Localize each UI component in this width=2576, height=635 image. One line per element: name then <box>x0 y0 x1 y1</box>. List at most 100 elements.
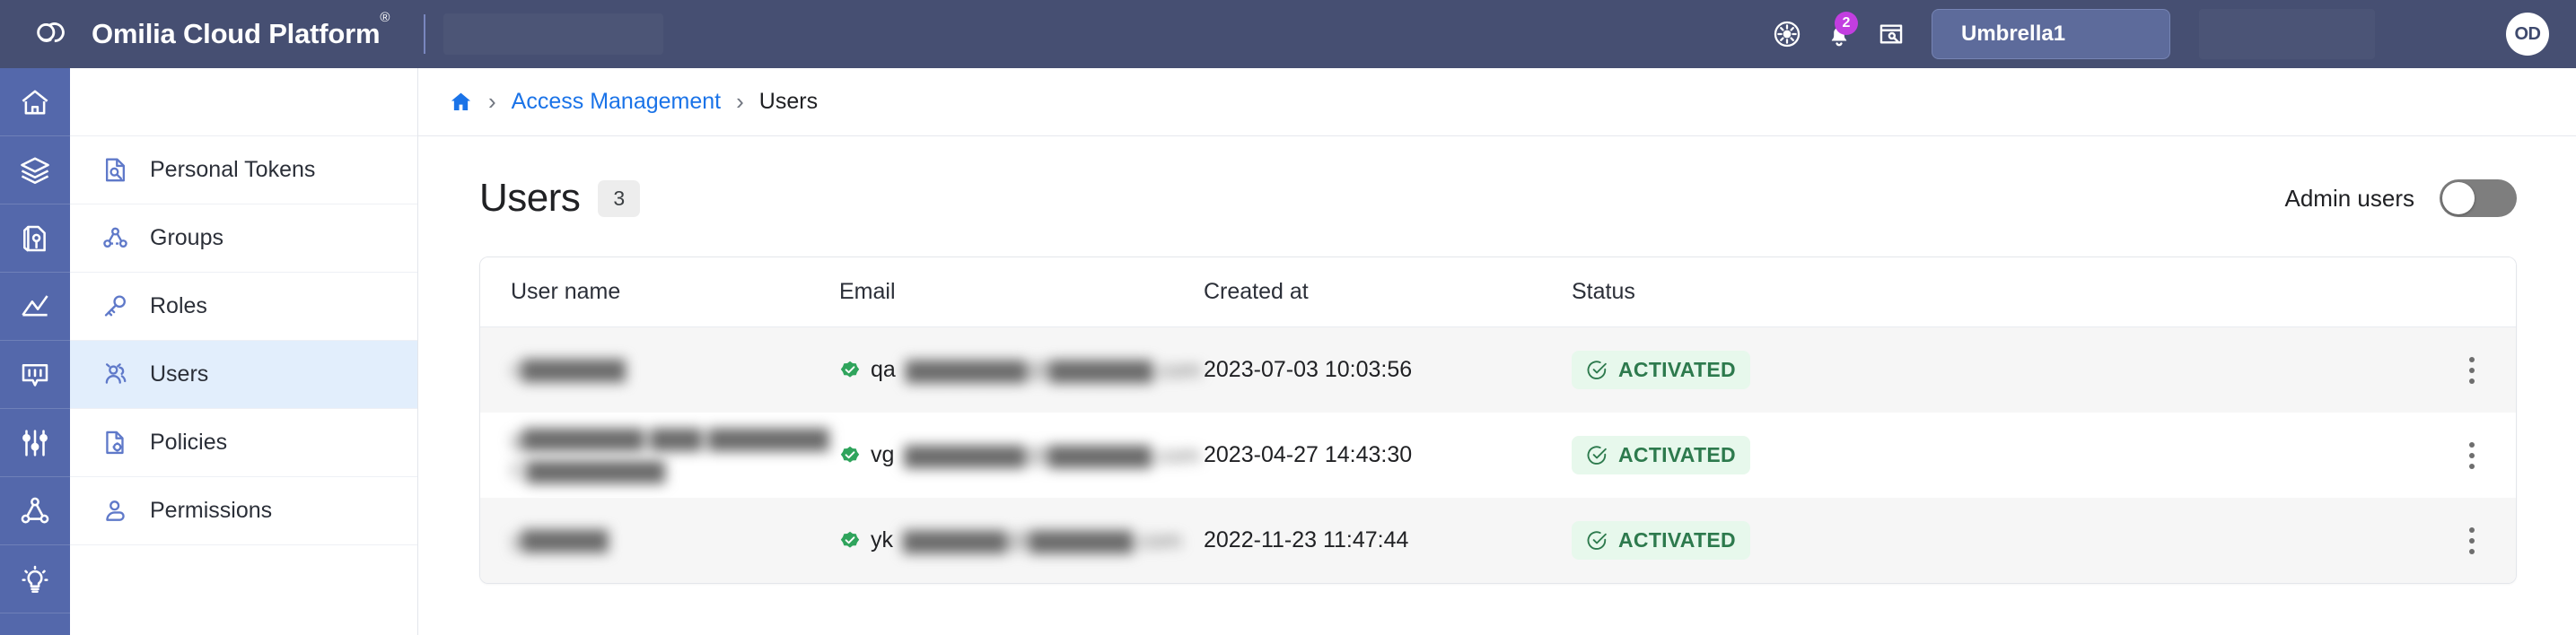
rail-settings[interactable] <box>0 409 70 477</box>
table-row[interactable]: c▇▇▇▇▇▇ qa ▇▇▇▇▇▇▇@▇▇▇▇▇▇.com 2023-07-03… <box>480 327 2516 413</box>
rail-dialog[interactable] <box>0 341 70 409</box>
sidebar-item-label: Personal Tokens <box>150 157 316 182</box>
cell-status: ACTIVATED <box>1572 436 2020 474</box>
status-badge: ACTIVATED <box>1572 521 1750 560</box>
sidebar-item-label: Policies <box>150 430 228 455</box>
page-header: Users 3 Admin users <box>418 136 2576 221</box>
left-icon-rail <box>0 68 70 635</box>
groups-nodes-icon <box>101 223 130 253</box>
users-icon <box>101 360 130 389</box>
sidebar-item-personal-tokens[interactable]: Personal Tokens <box>70 136 417 204</box>
users-count-badge: 3 <box>598 179 641 217</box>
sidebar-item-policies[interactable]: Policies <box>70 409 417 477</box>
cell-created-at: 2022-11-23 11:47:44 <box>1204 527 1409 552</box>
rail-analytics[interactable] <box>0 273 70 341</box>
sidebar-item-users[interactable]: Users <box>70 341 417 409</box>
rail-tag[interactable] <box>0 204 70 273</box>
brand-block: Omilia Cloud Platform® <box>0 10 390 55</box>
table-row[interactable]: y▇▇▇▇▇ yk ▇▇▇▇▇▇@▇▇▇▇▇▇.com 2022-11-23 1… <box>480 498 2516 583</box>
sidebar-item-label: Roles <box>150 293 207 318</box>
cell-created-at: 2023-04-27 14:43:30 <box>1204 442 1413 467</box>
theme-sun-icon[interactable] <box>1761 8 1813 60</box>
layers-icon <box>18 153 52 187</box>
cell-actions <box>2020 435 2516 476</box>
notifications-bell-icon[interactable]: 2 <box>1813 8 1865 60</box>
cell-user-name: y▇▇▇▇▇ <box>480 526 839 556</box>
cell-status: ACTIVATED <box>1572 521 2020 560</box>
speech-bubble-icon <box>18 358 52 392</box>
sidebar-item-roles[interactable]: Roles <box>70 273 417 341</box>
cell-user-name: c▇▇▇▇▇▇ <box>480 355 839 386</box>
notifications-badge: 2 <box>1835 12 1858 35</box>
avatar[interactable]: OD <box>2506 13 2549 56</box>
user-name-text-second-line: C▇▇▇▇▇▇▇▇ <box>511 457 665 483</box>
kebab-menu-icon[interactable] <box>2460 350 2484 391</box>
analytics-chart-icon <box>18 290 52 324</box>
header-actions: 2 Umbrella1 OD <box>1761 8 2576 60</box>
table-header-row: User name Email Created at Status <box>480 257 2516 327</box>
sidebar-item-groups[interactable]: Groups <box>70 204 417 273</box>
status-badge: ACTIVATED <box>1572 351 1750 389</box>
brand-title: Omilia Cloud Platform® <box>92 10 390 50</box>
status-label: ACTIVATED <box>1618 443 1736 466</box>
user-name-text: y▇▇▇▇▇ <box>511 526 609 552</box>
sidebar-item-label: Users <box>150 361 209 387</box>
tag-cube-icon <box>18 222 52 256</box>
cell-status: ACTIVATED <box>1572 351 2020 389</box>
breadcrumb-current: Users <box>758 89 819 114</box>
rail-home[interactable] <box>0 68 70 136</box>
credentials-window-key-icon[interactable] <box>1865 8 1917 60</box>
column-header-email: Email <box>839 279 896 304</box>
sliders-icon <box>18 426 52 460</box>
cell-email: vg ▇▇▇▇▇▇▇@▇▇▇▇▇▇.com <box>839 442 1204 469</box>
status-badge: ACTIVATED <box>1572 436 1750 474</box>
rail-insights[interactable] <box>0 545 70 613</box>
home-icon[interactable] <box>449 90 473 114</box>
top-header-bar: Omilia Cloud Platform® 2 Umbrella1 OD <box>0 0 2576 68</box>
cell-email: qa ▇▇▇▇▇▇▇@▇▇▇▇▇▇.com <box>839 357 1204 384</box>
kebab-menu-icon[interactable] <box>2460 520 2484 561</box>
rail-layers[interactable] <box>0 136 70 204</box>
document-search-icon <box>101 155 130 185</box>
user-name-text: g▇▇▇▇▇▇▇ ▇▇▇ ▇▇▇▇▇▇▇ <box>511 425 829 451</box>
breadcrumb-separator: › <box>488 88 496 115</box>
header-divider <box>424 14 426 54</box>
brand-title-text: Omilia Cloud Platform <box>92 18 381 49</box>
sidebar-top-spacer <box>70 68 417 136</box>
breadcrumb-link-access-management[interactable]: Access Management <box>512 89 721 115</box>
user-name-text: c▇▇▇▇▇▇ <box>511 356 626 382</box>
kebab-menu-icon[interactable] <box>2460 435 2484 476</box>
rail-graph[interactable] <box>0 477 70 545</box>
cell-created-at: 2023-07-03 10:03:56 <box>1204 357 1413 382</box>
check-circle-icon <box>1586 359 1608 381</box>
header-blurred-slot <box>443 13 663 55</box>
page-title: Users <box>479 176 581 220</box>
document-gear-icon <box>101 428 130 457</box>
column-header-status: Status <box>1572 279 1635 304</box>
check-circle-icon <box>1586 444 1608 466</box>
verified-check-icon <box>839 445 861 466</box>
admin-users-toggle-group: Admin users <box>2285 179 2517 217</box>
email-blurred-text: ▇▇▇▇▇▇▇@▇▇▇▇▇▇.com <box>905 357 1202 383</box>
check-circle-icon <box>1586 529 1608 552</box>
email-blurred-text: ▇▇▇▇▇▇▇@▇▇▇▇▇▇.com <box>904 442 1200 468</box>
cell-user-name: g▇▇▇▇▇▇▇ ▇▇▇ ▇▇▇▇▇▇▇ C▇▇▇▇▇▇▇▇ <box>480 424 839 487</box>
table-row[interactable]: g▇▇▇▇▇▇▇ ▇▇▇ ▇▇▇▇▇▇▇ C▇▇▇▇▇▇▇▇ vg ▇▇▇▇▇▇… <box>480 413 2516 498</box>
cell-actions <box>2020 520 2516 561</box>
brand-trademark: ® <box>380 9 390 25</box>
email-prefix-text: qa <box>871 357 896 382</box>
user-permission-icon <box>101 496 130 526</box>
sidebar-item-permissions[interactable]: Permissions <box>70 477 417 545</box>
sidebar-item-label: Permissions <box>150 498 273 523</box>
verified-check-icon <box>839 530 861 552</box>
cell-actions <box>2020 350 2516 391</box>
lightbulb-icon <box>18 562 52 596</box>
status-label: ACTIVATED <box>1618 528 1736 552</box>
tenant-selector-button[interactable]: Umbrella1 <box>1932 9 2170 59</box>
admin-users-toggle[interactable] <box>2440 179 2517 217</box>
tenant-selector-label: Umbrella1 <box>1961 22 2066 46</box>
users-table: User name Email Created at Status c▇▇▇▇▇… <box>479 257 2517 584</box>
cell-email: yk ▇▇▇▇▇▇@▇▇▇▇▇▇.com <box>839 527 1204 554</box>
breadcrumb: › Access Management › Users <box>418 68 2576 136</box>
status-label: ACTIVATED <box>1618 358 1736 381</box>
